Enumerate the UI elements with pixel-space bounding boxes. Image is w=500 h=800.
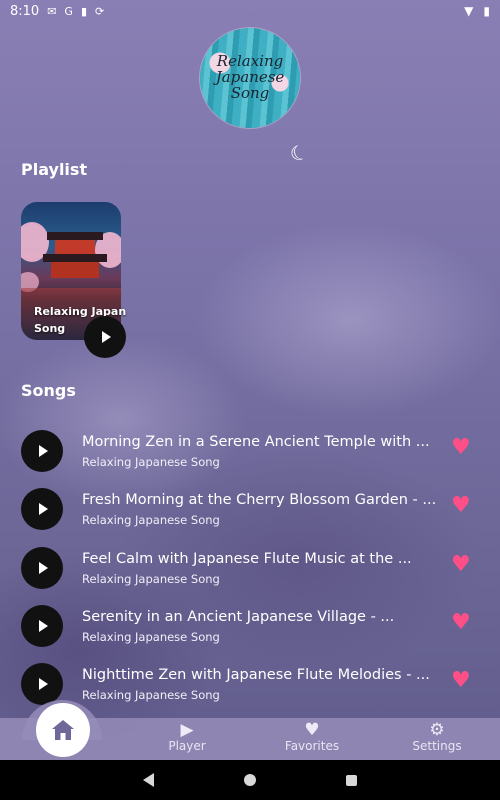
- playlist-heading: Playlist: [21, 160, 88, 179]
- home-icon: [52, 720, 74, 740]
- sd-card-icon: ▮: [80, 4, 88, 18]
- nav-player-label: Player: [168, 739, 206, 753]
- system-home-icon[interactable]: [244, 774, 256, 786]
- logo-line-3: Song: [230, 83, 270, 102]
- song-play-button[interactable]: [21, 663, 63, 705]
- play-icon: [39, 678, 48, 690]
- song-title: Serenity in an Ancient Japanese Village …: [82, 609, 395, 625]
- song-title: Fresh Morning at the Cherry Blossom Gard…: [82, 492, 437, 508]
- back-icon[interactable]: [143, 773, 154, 787]
- nav-favorites-label: Favorites: [284, 739, 340, 753]
- google-icon: G: [64, 4, 73, 18]
- play-circle-icon: ▶: [180, 720, 194, 740]
- song-artist: Relaxing Japanese Song: [82, 688, 220, 702]
- status-time: 8:10: [10, 3, 40, 19]
- song-artist: Relaxing Japanese Song: [82, 513, 220, 527]
- nav-settings[interactable]: ⚙ Settings: [392, 721, 482, 753]
- song-item[interactable]: Morning Zen in a Serene Ancient Temple w…: [21, 430, 481, 472]
- song-artist: Relaxing Japanese Song: [82, 572, 220, 586]
- gear-icon: ⚙: [429, 720, 445, 740]
- nav-settings-label: Settings: [412, 739, 462, 753]
- app-logo: Relaxing Japanese Song: [200, 28, 300, 128]
- song-artist: Relaxing Japanese Song: [82, 455, 220, 469]
- play-icon: [39, 562, 48, 574]
- song-item[interactable]: Nighttime Zen with Japanese Flute Melodi…: [21, 663, 481, 705]
- gmail-icon: ✉: [47, 4, 57, 18]
- system-navigation-bar: [0, 760, 500, 800]
- song-title: Feel Calm with Japanese Flute Music at t…: [82, 551, 412, 567]
- song-item[interactable]: Serenity in an Ancient Japanese Village …: [21, 605, 481, 647]
- heart-icon: ♥: [304, 720, 320, 740]
- favorite-heart-icon[interactable]: ♥: [451, 437, 471, 459]
- status-bar: 8:10 ✉ G ▮ ⟳ ▼ ▮: [0, 0, 500, 22]
- playlist-play-button[interactable]: [84, 316, 126, 358]
- play-icon: [39, 620, 48, 632]
- play-icon: [39, 445, 48, 457]
- favorite-heart-icon[interactable]: ♥: [451, 554, 471, 576]
- favorite-heart-icon[interactable]: ♥: [451, 495, 471, 517]
- nav-home-button[interactable]: [36, 703, 90, 757]
- song-artist: Relaxing Japanese Song: [82, 630, 220, 644]
- favorite-heart-icon[interactable]: ♥: [451, 612, 471, 634]
- song-play-button[interactable]: [21, 547, 63, 589]
- song-title: Morning Zen in a Serene Ancient Temple w…: [82, 434, 430, 450]
- song-item[interactable]: Fresh Morning at the Cherry Blossom Gard…: [21, 488, 481, 530]
- song-item[interactable]: Feel Calm with Japanese Flute Music at t…: [21, 547, 481, 589]
- wifi-icon: ▼: [464, 4, 474, 18]
- favorite-heart-icon[interactable]: ♥: [451, 670, 471, 692]
- songs-heading: Songs: [21, 381, 76, 400]
- recent-apps-icon[interactable]: [346, 774, 357, 786]
- battery-icon: ▮: [483, 4, 490, 18]
- play-icon: [39, 503, 48, 515]
- nav-favorites[interactable]: ♥ Favorites: [267, 721, 357, 753]
- playlist-card[interactable]: Relaxing Japan Song: [21, 202, 126, 358]
- sync-icon: ⟳: [95, 4, 105, 18]
- nav-player[interactable]: ▶ Player: [142, 721, 232, 753]
- song-title: Nighttime Zen with Japanese Flute Melodi…: [82, 667, 430, 683]
- play-icon: [102, 331, 111, 343]
- song-play-button[interactable]: [21, 488, 63, 530]
- song-play-button[interactable]: [21, 605, 63, 647]
- song-play-button[interactable]: [21, 430, 63, 472]
